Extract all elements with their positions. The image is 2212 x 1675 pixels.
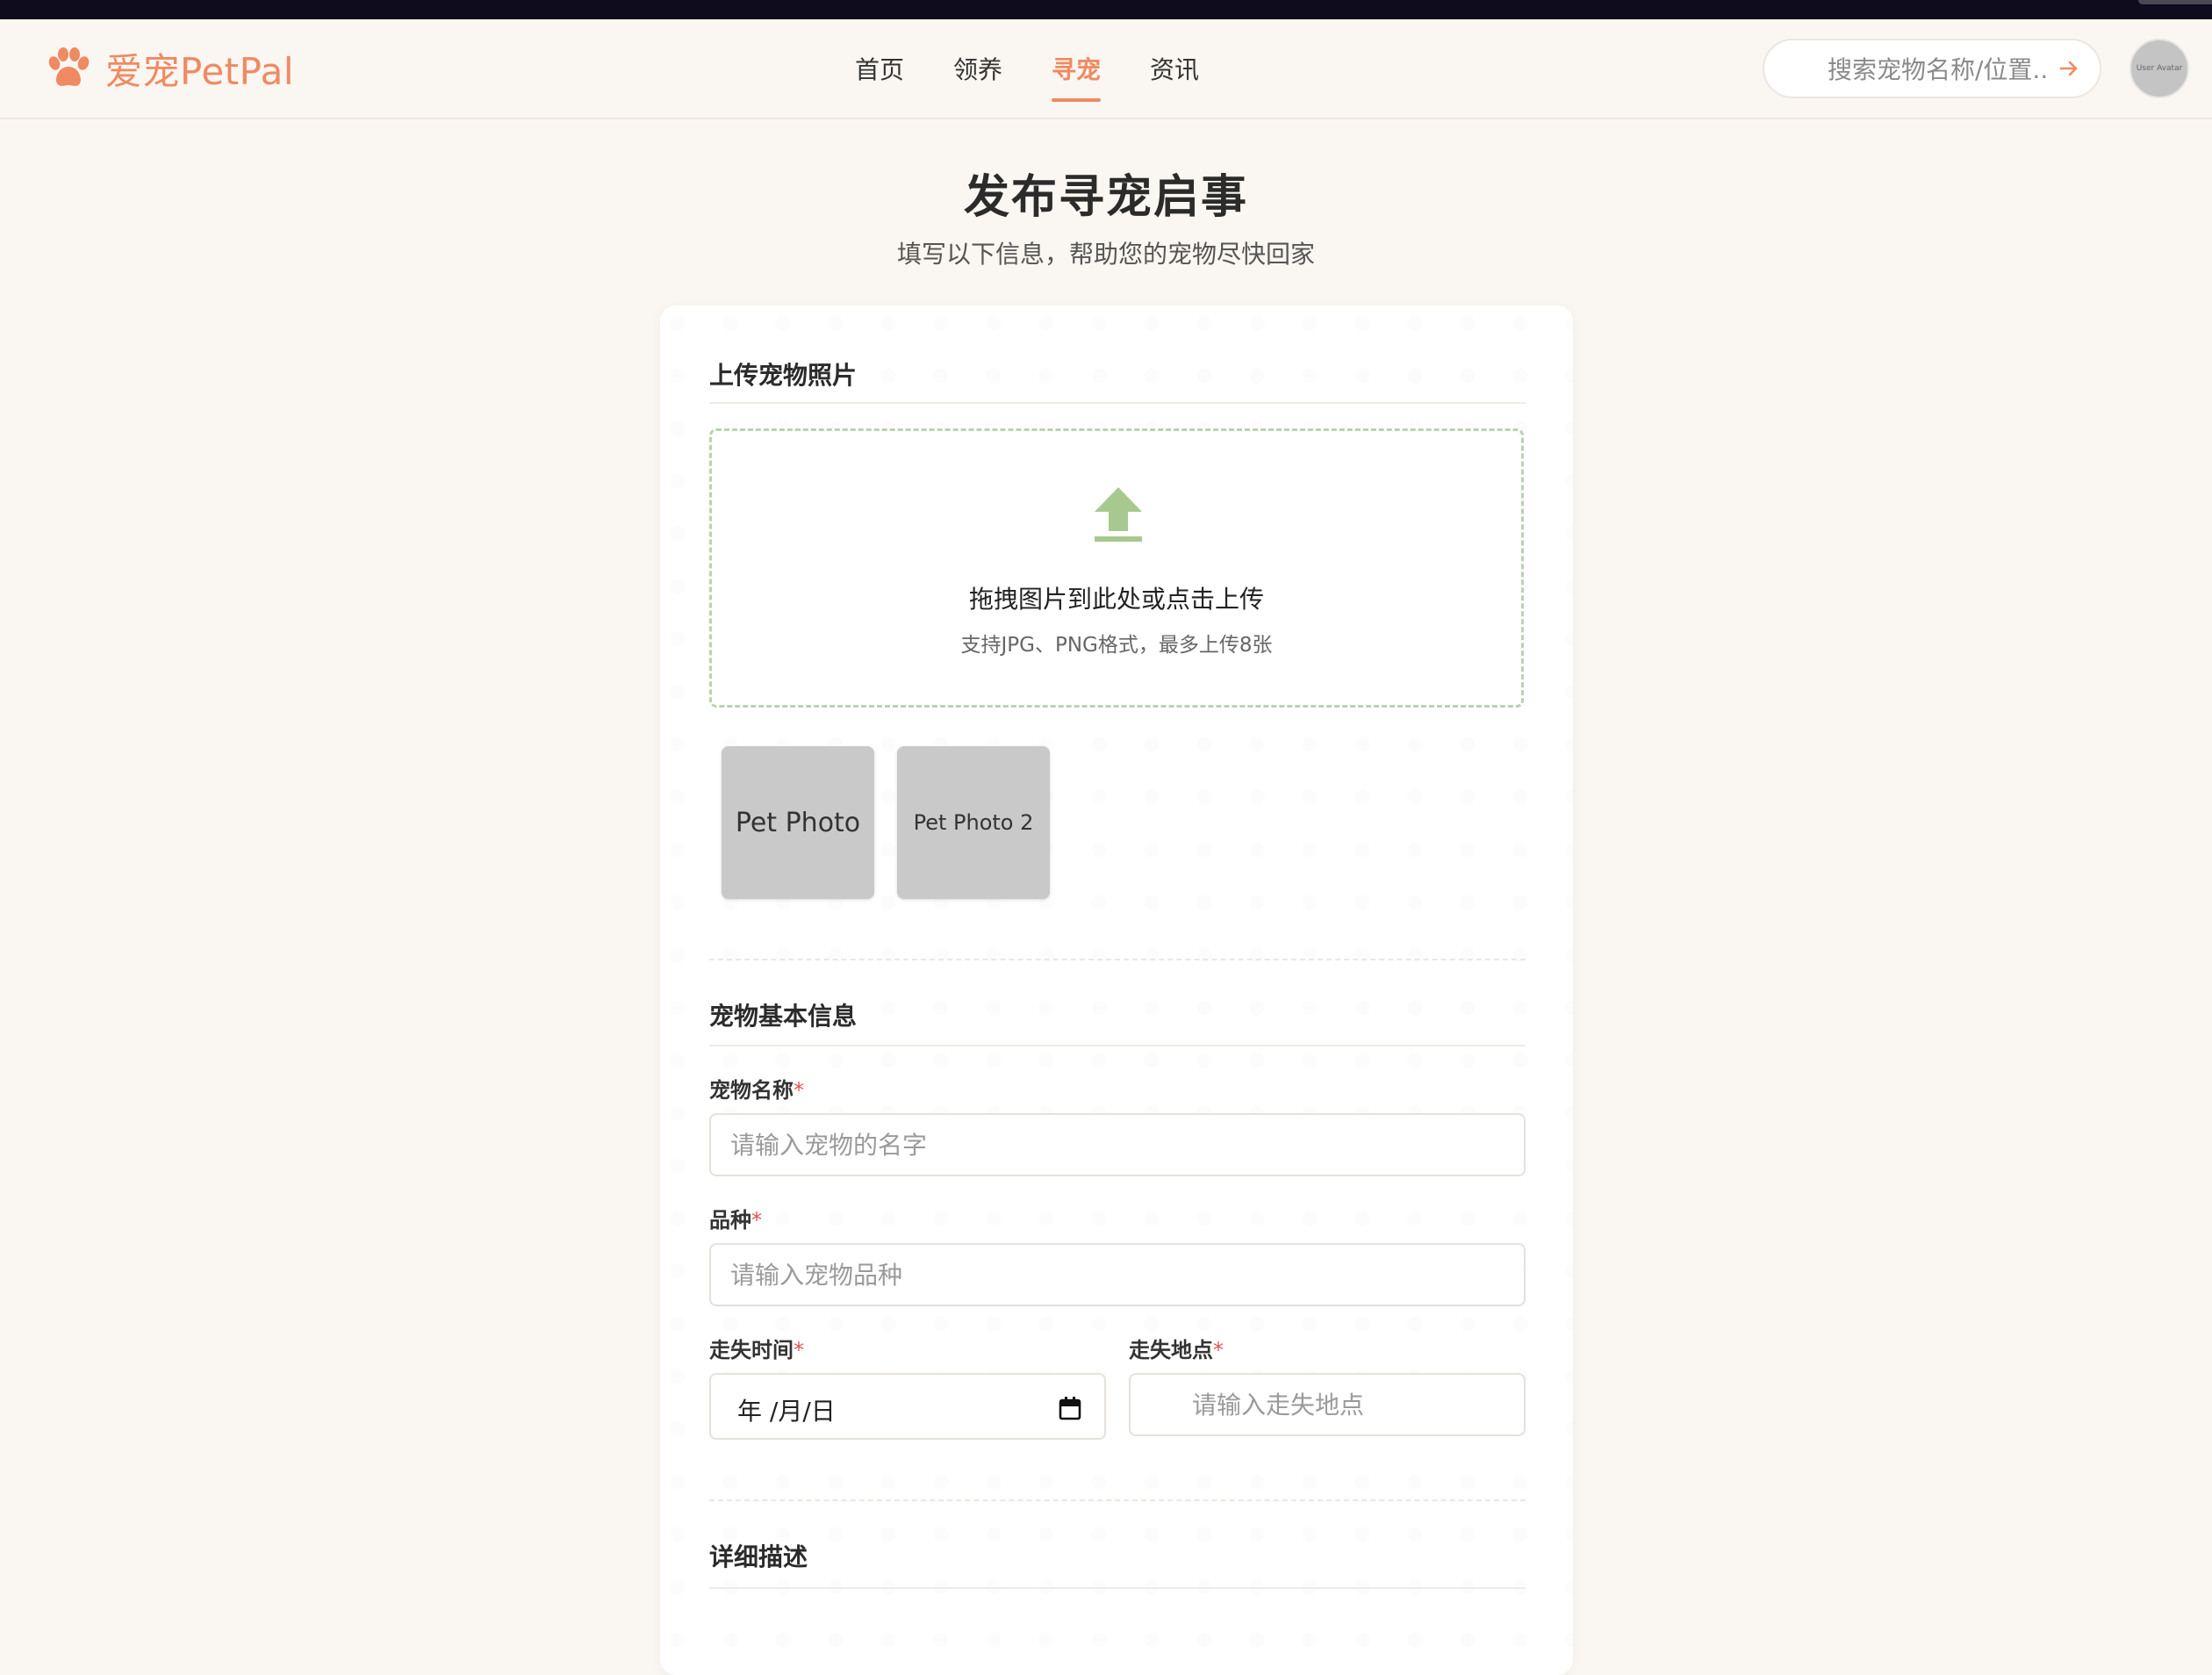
avatar[interactable]: User Avatar: [2129, 39, 2189, 98]
section-divider: [709, 1499, 1526, 1501]
lost-location-label: 走失地点*: [1129, 1333, 1224, 1363]
dropzone-title: 拖拽图片到此处或点击上传: [968, 585, 1264, 614]
section-divider: [709, 1587, 1526, 1589]
nav-home[interactable]: 首页: [855, 51, 904, 90]
pet-photo-thumbnail[interactable]: Pet Photo 2: [897, 746, 1050, 899]
lost-time-label-text: 走失时间: [709, 1338, 794, 1362]
avatar-alt-text: User Avatar: [2136, 64, 2183, 73]
required-mark: *: [794, 1078, 804, 1103]
section-divider: [709, 402, 1526, 404]
calendar-icon[interactable]: [1059, 1396, 1081, 1420]
dropzone-hint: 支持JPG、PNG格式，最多上传8张: [960, 634, 1273, 657]
upload-section-title: 上传宠物照片: [709, 361, 858, 390]
photo-dropzone[interactable]: 拖拽图片到此处或点击上传 支持JPG、PNG格式，最多上传8张: [709, 428, 1524, 708]
pet-name-input[interactable]: [709, 1113, 1526, 1176]
paw-icon: [48, 47, 90, 86]
window-edge: [2138, 0, 2212, 4]
logo-text: 爱宠PetPal: [105, 49, 294, 93]
pet-photo-label: Pet Photo 2: [913, 810, 1034, 835]
site-header: 爱宠PetPal 首页 领养 寻宠 资讯 User Avatar: [0, 19, 2212, 119]
pet-photo-label: Pet Photo: [735, 807, 861, 838]
nav-find-pet[interactable]: 寻宠: [1052, 51, 1102, 102]
breed-label-text: 品种: [709, 1208, 751, 1233]
lost-time-label: 走失时间*: [709, 1333, 804, 1363]
nav-news[interactable]: 资讯: [1150, 51, 1199, 90]
lost-location-input[interactable]: [1129, 1373, 1526, 1436]
page-title: 发布寻宠启事: [963, 171, 1248, 224]
pet-name-label: 宠物名称*: [709, 1073, 804, 1103]
lost-location-label-text: 走失地点: [1129, 1338, 1213, 1362]
search-input[interactable]: [1826, 51, 2049, 88]
pet-name-label-text: 宠物名称: [709, 1078, 794, 1103]
breed-label: 品种*: [709, 1203, 762, 1233]
browser-top-bar: [0, 0, 2212, 19]
search-box: [1763, 39, 2101, 98]
section-divider: [709, 1045, 1526, 1046]
detail-section-title: 详细描述: [709, 1542, 808, 1571]
main-nav: 首页 领养 寻宠 资讯: [855, 51, 1248, 102]
date-placeholder: 年 /月/日: [737, 1397, 836, 1426]
basic-info-section-title: 宠物基本信息: [709, 1002, 858, 1031]
upload-icon: [1095, 487, 1142, 542]
section-divider: [709, 959, 1526, 960]
nav-adopt[interactable]: 领养: [953, 51, 1002, 90]
breed-input[interactable]: [709, 1243, 1526, 1306]
page-subtitle: 填写以下信息，帮助您的宠物尽快回家: [896, 240, 1315, 269]
lost-pet-form: 上传宠物照片 拖拽图片到此处或点击上传 支持JPG、PNG格式，最多上传8张 P…: [660, 306, 1573, 1675]
required-mark: *: [1213, 1338, 1224, 1362]
required-mark: *: [794, 1338, 804, 1362]
required-mark: *: [751, 1208, 762, 1233]
arrow-right-icon[interactable]: [2056, 55, 2082, 82]
pet-photo-thumbnail[interactable]: Pet Photo: [722, 746, 874, 899]
lost-date-input[interactable]: 年 /月/日: [709, 1373, 1106, 1440]
logo[interactable]: 爱宠PetPal: [46, 46, 294, 93]
